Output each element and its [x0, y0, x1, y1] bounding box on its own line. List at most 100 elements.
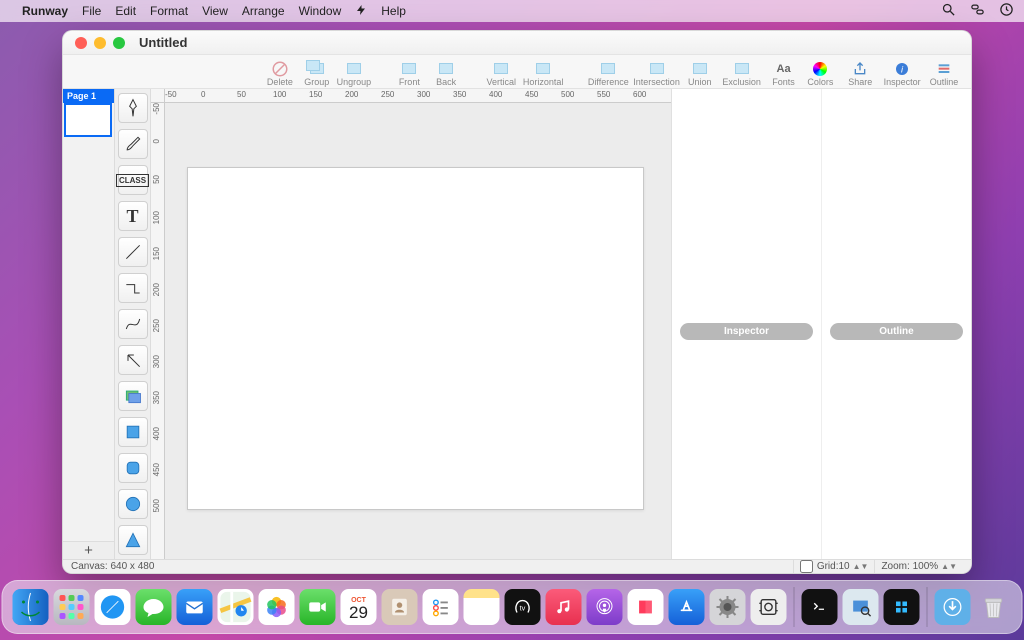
toolbar-fonts[interactable]: AaFonts	[767, 55, 801, 87]
circle-tool[interactable]	[118, 489, 148, 519]
dock-facetime[interactable]	[300, 589, 336, 625]
dock-launchpad[interactable]	[54, 589, 90, 625]
toolbar-exclusion[interactable]: Exclusion	[720, 55, 764, 87]
toolbar-vertical[interactable]: Vertical	[484, 55, 518, 87]
toolbar-back-label: Back	[436, 77, 456, 87]
grid-control[interactable]: Grid:10▲▼	[793, 560, 875, 573]
difference-icon	[598, 61, 618, 76]
menu-help[interactable]: Help	[381, 4, 406, 18]
dock-tv[interactable]: tv	[505, 589, 541, 625]
pen-tool[interactable]	[118, 93, 148, 123]
orthogonal-line-tool[interactable]	[118, 273, 148, 303]
page-thumb-1[interactable]: Page 1	[63, 89, 114, 137]
toolbar-back[interactable]: Back	[429, 55, 463, 87]
canvas-page[interactable]	[187, 167, 644, 510]
grid-checkbox[interactable]	[800, 560, 813, 573]
menu-arrange[interactable]: Arrange	[242, 4, 285, 18]
toolbar-colors[interactable]: Colors	[803, 55, 837, 87]
dock-runway[interactable]	[884, 589, 920, 625]
window-zoom-button[interactable]	[113, 37, 125, 49]
toolbar-group-label: Group	[304, 77, 329, 87]
toolbar-difference[interactable]: Difference	[586, 55, 630, 87]
toolbar-front-label: Front	[399, 77, 420, 87]
toolbar-intersection[interactable]: Intersection	[633, 55, 680, 87]
outline-panel: Outline	[821, 89, 971, 559]
dock-finder[interactable]	[13, 589, 49, 625]
dock-reminders[interactable]	[423, 589, 459, 625]
line-tool[interactable]	[118, 237, 148, 267]
dock-appstore[interactable]	[669, 589, 705, 625]
toolbar-intersection-label: Intersection	[633, 77, 680, 87]
clock-icon[interactable]	[999, 2, 1014, 20]
image-tool[interactable]	[118, 381, 148, 411]
dock-contacts[interactable]	[382, 589, 418, 625]
dock-mail[interactable]	[177, 589, 213, 625]
window-minimize-button[interactable]	[94, 37, 106, 49]
menu-file[interactable]: File	[82, 4, 101, 18]
info-icon: i	[892, 61, 912, 76]
app-name-menu[interactable]: Runway	[22, 4, 68, 18]
menu-format[interactable]: Format	[150, 4, 188, 18]
flip-vertical-icon	[491, 61, 511, 76]
dock-news[interactable]	[628, 589, 664, 625]
arrow-tool[interactable]	[118, 345, 148, 375]
window-close-button[interactable]	[75, 37, 87, 49]
canvas-size-label: Canvas: 640 x 480	[71, 561, 154, 572]
ruler-corner	[151, 89, 165, 103]
menu-edit[interactable]: Edit	[115, 4, 136, 18]
dock-podcasts[interactable]	[587, 589, 623, 625]
toolbar-inspector[interactable]: iInspector	[880, 55, 924, 87]
rounded-rectangle-tool[interactable]	[118, 453, 148, 483]
dock-safari[interactable]	[95, 589, 131, 625]
dock-calendar[interactable]: OCT 29	[341, 589, 377, 625]
toolbar-front[interactable]: Front	[392, 55, 426, 87]
outline-header[interactable]: Outline	[830, 323, 963, 340]
dock-preview[interactable]	[843, 589, 879, 625]
flip-horizontal-icon	[533, 61, 553, 76]
brush-tool[interactable]	[118, 129, 148, 159]
dock-screenshot[interactable]	[751, 589, 787, 625]
toolbar-horizontal[interactable]: Horizontal	[521, 55, 565, 87]
spotlight-icon[interactable]	[941, 2, 956, 20]
menu-window[interactable]: Window	[299, 4, 342, 18]
inspector-panel: Inspector	[672, 89, 821, 559]
toolbar-group[interactable]: Group	[300, 55, 334, 87]
toolbar-share[interactable]: Share	[843, 55, 877, 87]
dock-photos[interactable]	[259, 589, 295, 625]
class-tool[interactable]: CLASS	[118, 165, 148, 195]
dock-trash[interactable]	[976, 589, 1012, 625]
toolbar-horizontal-label: Horizontal	[523, 77, 564, 87]
titlebar[interactable]: Untitled	[63, 31, 971, 55]
zoom-control[interactable]: Zoom: 100%▲▼	[874, 560, 963, 573]
calendar-day: 29	[349, 604, 368, 621]
dock-terminal[interactable]	[802, 589, 838, 625]
toolbar-colors-label: Colors	[807, 77, 833, 87]
triangle-tool[interactable]	[118, 525, 148, 555]
status-bar: Canvas: 640 x 480 Grid:10▲▼ Zoom: 100%▲▼	[63, 559, 971, 573]
inspector-header[interactable]: Inspector	[680, 323, 813, 340]
toolbar-delete[interactable]: Delete	[263, 55, 297, 87]
dock-settings[interactable]	[710, 589, 746, 625]
text-tool[interactable]: T	[118, 201, 148, 231]
pages-sidebar: Page 1 +	[63, 89, 115, 559]
outline-icon	[934, 61, 954, 76]
rectangle-tool[interactable]	[118, 417, 148, 447]
dock-downloads[interactable]	[935, 589, 971, 625]
control-center-icon[interactable]	[970, 2, 985, 20]
toolbar-fonts-label: Fonts	[772, 77, 795, 87]
menubar: Runway File Edit Format View Arrange Win…	[0, 0, 1024, 22]
app-window: Untitled Delete Group Ungroup Front Back…	[62, 30, 972, 574]
toolbar-union[interactable]: Union	[683, 55, 717, 87]
toolbar-outline[interactable]: Outline	[927, 55, 961, 87]
menu-scripts[interactable]	[355, 4, 367, 19]
dock-maps[interactable]	[218, 589, 254, 625]
menu-view[interactable]: View	[202, 4, 228, 18]
toolbar-ungroup[interactable]: Ungroup	[337, 55, 372, 87]
toolbar-delete-label: Delete	[267, 77, 293, 87]
dock-notes[interactable]	[464, 589, 500, 625]
dock-messages[interactable]	[136, 589, 172, 625]
dock-music[interactable]	[546, 589, 582, 625]
canvas-area[interactable]: -50050100150200250300350400450500550600 …	[151, 89, 671, 559]
add-page-button[interactable]: +	[63, 541, 114, 559]
curve-tool[interactable]	[118, 309, 148, 339]
